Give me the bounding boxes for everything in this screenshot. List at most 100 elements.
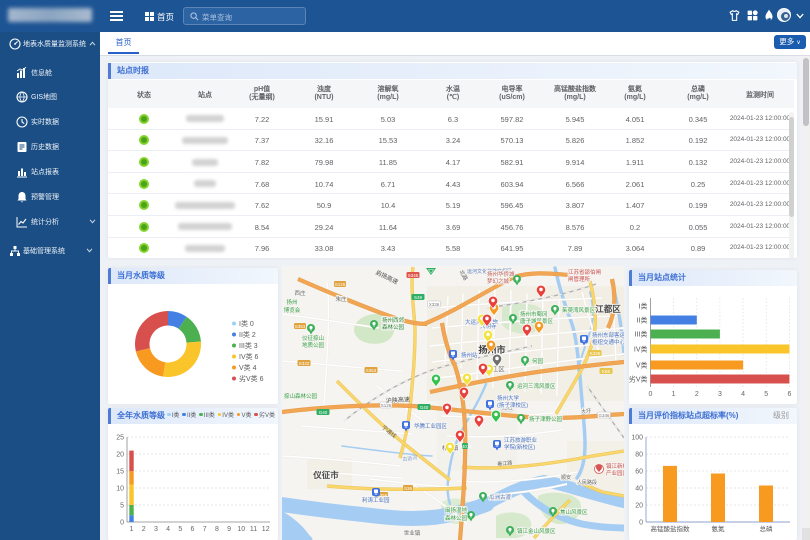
svg-text:(扬子津校区): (扬子津校区) (497, 401, 528, 409)
svg-text:0: 0 (649, 391, 653, 398)
svg-text:20: 20 (116, 452, 124, 459)
svg-text:S353: S353 (366, 368, 377, 373)
svg-text:I类 0: I类 0 (239, 319, 254, 328)
svg-text:江苏省邵伯闸: 江苏省邵伯闸 (568, 268, 601, 276)
svg-text:100: 100 (631, 435, 643, 442)
svg-text:0: 0 (120, 520, 124, 527)
svg-text:12: 12 (262, 526, 270, 533)
svg-text:25: 25 (116, 435, 124, 442)
svg-text:仪征捺山: 仪征捺山 (302, 334, 324, 342)
svg-text:20: 20 (635, 503, 643, 510)
svg-text:世业镇: 世业镇 (404, 529, 421, 537)
svg-text:焦山风景区: 焦山风景区 (560, 508, 588, 516)
svg-text:10: 10 (116, 486, 124, 493)
svg-text:III类 3: III类 3 (239, 341, 258, 350)
svg-text:3: 3 (718, 391, 722, 398)
svg-text:闸管理所: 闸管理所 (568, 275, 591, 283)
svg-text:扬州: 扬州 (286, 298, 297, 306)
svg-text:扬子津野公园: 扬子津野公园 (529, 415, 563, 423)
svg-text:II类 2: II类 2 (239, 330, 256, 339)
svg-text:8: 8 (215, 526, 219, 533)
svg-text:1: 1 (130, 526, 134, 533)
svg-text:2: 2 (142, 526, 146, 533)
svg-text:顺安: 顺安 (561, 474, 571, 481)
svg-text:镇江新材: 镇江新材 (606, 462, 624, 470)
svg-text:朱庄: 朱庄 (335, 295, 347, 303)
svg-text:大圩: 大圩 (581, 408, 591, 415)
svg-text:X336: X336 (429, 302, 440, 307)
svg-text:何园: 何园 (532, 357, 544, 365)
svg-text:7: 7 (203, 526, 207, 533)
svg-text:IV类: IV类 (634, 345, 648, 354)
svg-text:梦幻之城: 梦幻之城 (487, 277, 510, 285)
svg-text:地质公园: 地质公园 (302, 341, 325, 349)
svg-text:仪征市: 仪征市 (312, 470, 339, 480)
svg-text:利涛工业园: 利涛工业园 (362, 496, 390, 504)
svg-text:S49: S49 (414, 295, 423, 300)
svg-text:捺山森林公园: 捺山森林公园 (284, 392, 318, 400)
svg-text:G40: G40 (319, 410, 328, 415)
svg-text:镇江金山风景区: 镇江金山风景区 (517, 527, 556, 535)
svg-text:产业园区: 产业园区 (606, 469, 624, 477)
svg-text:4: 4 (166, 526, 170, 533)
svg-text:11: 11 (250, 526, 257, 533)
svg-text:学院(新校区): 学院(新校区) (504, 443, 535, 451)
svg-text:森林公园: 森林公园 (382, 323, 405, 331)
svg-text:III类: III类 (635, 330, 648, 339)
svg-text:3: 3 (154, 526, 158, 533)
svg-text:扬州东部客运: 扬州东部客运 (592, 331, 624, 339)
svg-text:V类 4: V类 4 (239, 363, 257, 372)
svg-text:40: 40 (635, 486, 643, 493)
svg-text:80: 80 (635, 452, 643, 459)
svg-text:S353: S353 (295, 324, 306, 329)
svg-text:K68: K68 (602, 369, 611, 374)
svg-text:10: 10 (237, 526, 245, 533)
svg-text:6: 6 (787, 391, 791, 398)
svg-text:6: 6 (191, 526, 195, 533)
svg-text:V类: V类 (636, 361, 648, 370)
svg-text:G4011: G4011 (458, 444, 472, 449)
svg-text:9: 9 (227, 526, 231, 533)
svg-text:0: 0 (639, 520, 643, 527)
svg-text:60: 60 (635, 469, 643, 476)
svg-text:华腾工业园区: 华腾工业园区 (414, 422, 448, 430)
svg-text:森林公园: 森林公园 (445, 514, 468, 522)
svg-text:氨氮: 氨氮 (712, 524, 726, 533)
svg-text:1: 1 (672, 391, 676, 398)
svg-text:闽扬湿地: 闽扬湿地 (445, 506, 468, 514)
svg-text:扬州西郊: 扬州西郊 (382, 316, 405, 324)
svg-text:S345: S345 (408, 273, 419, 278)
svg-text:江苏旅游职业: 江苏旅游职业 (504, 436, 538, 444)
svg-text:I类: I类 (639, 302, 648, 311)
svg-text:4: 4 (741, 391, 745, 398)
svg-text:瓜洲古渡: 瓜洲古渡 (489, 493, 512, 501)
svg-text:5: 5 (178, 526, 182, 533)
svg-text:运河三湾风景区: 运河三湾风景区 (517, 382, 556, 390)
svg-text:5: 5 (120, 503, 124, 510)
svg-text:劣V类 6: 劣V类 6 (239, 374, 264, 383)
svg-text:IV类 6: IV类 6 (239, 352, 259, 361)
svg-text:K225: K225 (590, 351, 601, 356)
svg-text:S125: S125 (335, 282, 346, 287)
svg-text:5: 5 (764, 391, 768, 398)
svg-text:II类: II类 (637, 316, 648, 325)
svg-text:博览会: 博览会 (284, 306, 301, 314)
svg-text:枢纽交通中心: 枢纽交通中心 (592, 338, 624, 346)
svg-text:高锰酸盐指数: 高锰酸盐指数 (651, 524, 691, 533)
svg-text:扬州站: 扬州站 (461, 351, 478, 359)
svg-text:扬州华侨城: 扬州华侨城 (487, 270, 515, 278)
svg-text:G40: G40 (420, 405, 429, 410)
svg-text:茱萸湾风景区: 茱萸湾风景区 (562, 306, 596, 314)
svg-text:劣V类: 劣V类 (629, 375, 648, 384)
svg-text:15: 15 (116, 469, 124, 476)
svg-text:S332: S332 (299, 361, 310, 366)
svg-text:扬州大学: 扬州大学 (497, 394, 520, 402)
svg-text:2: 2 (695, 391, 699, 398)
svg-text:西庄: 西庄 (294, 289, 306, 297)
svg-text:江都区: 江都区 (595, 304, 621, 314)
svg-text:S36: S36 (404, 486, 413, 491)
svg-text:人民路段: 人民路段 (577, 479, 597, 486)
svg-text:G346: G346 (598, 413, 610, 418)
svg-text:总磷: 总磷 (760, 524, 774, 533)
svg-text:扬州市蜀冈: 扬州市蜀冈 (520, 310, 548, 318)
